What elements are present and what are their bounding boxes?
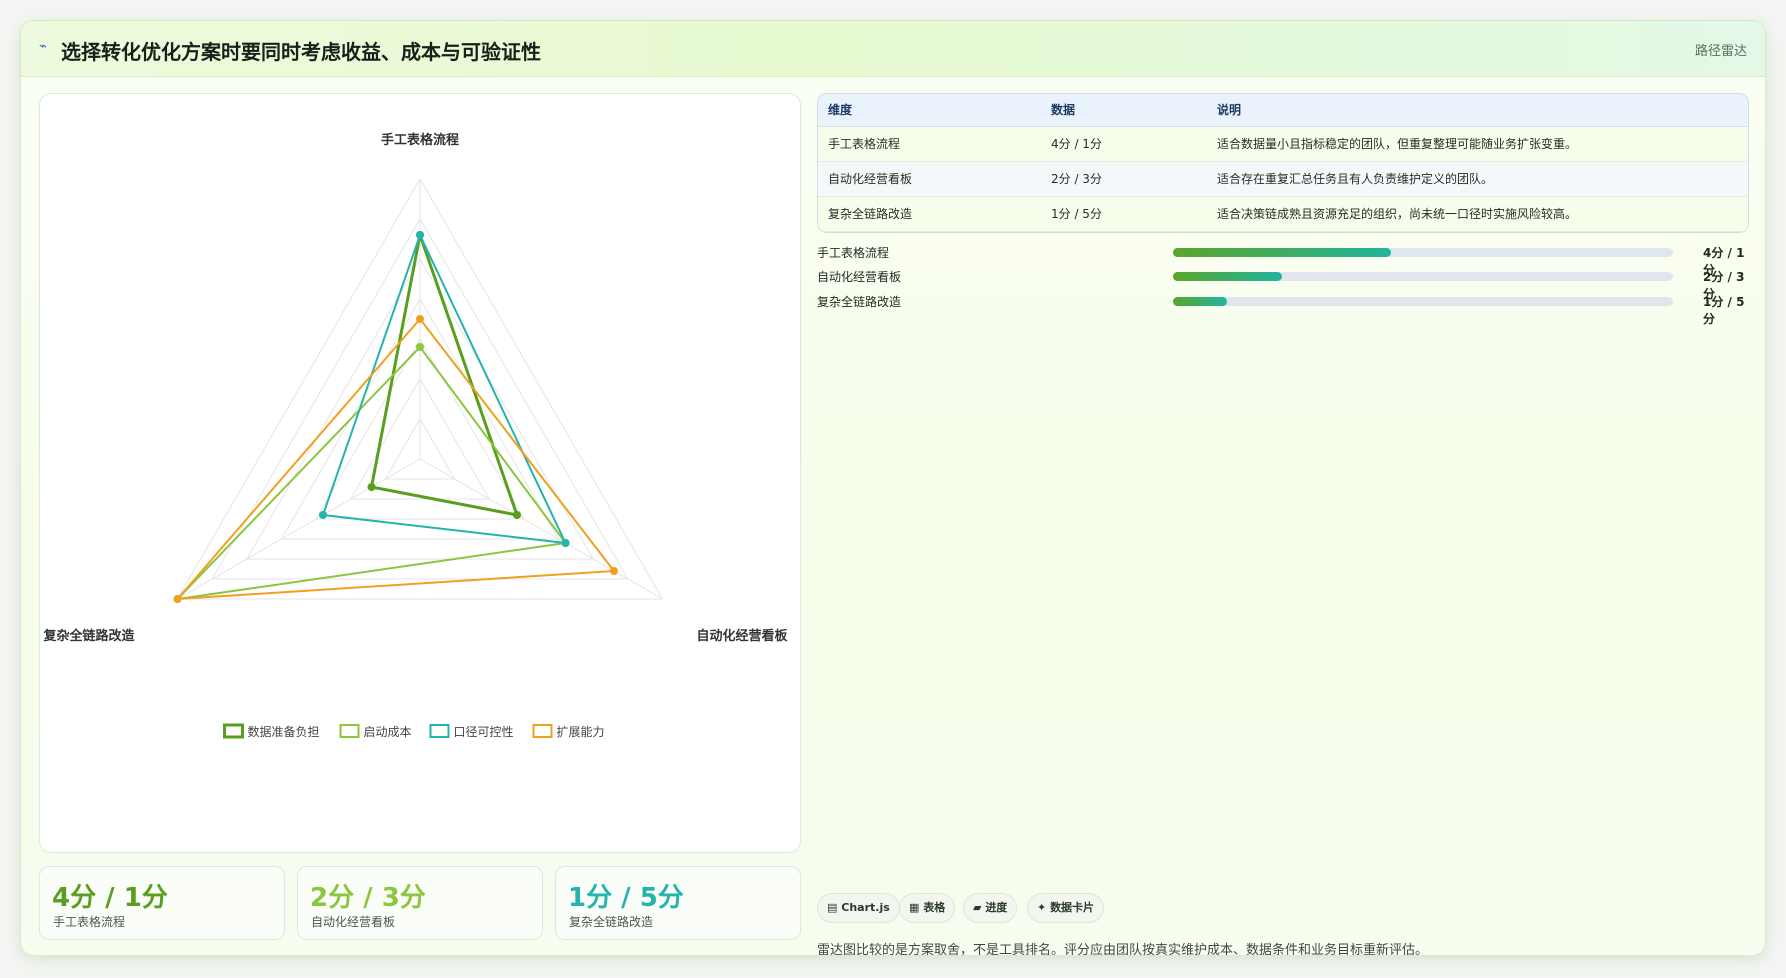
- radar-axis-label: 自动化经营看板: [696, 628, 788, 644]
- legend-label[interactable]: 口径可控性: [454, 725, 514, 739]
- kpi-value: 2分 / 3分: [310, 883, 426, 913]
- kpi-card-fullchain: 1分 / 5分 复杂全链路改造: [555, 866, 801, 940]
- table-cell: 适合决策链成熟且资源充足的组织，尚未统一口径时实施风险较高。: [1217, 207, 1578, 221]
- radar-axis-label: 复杂全链路改造: [42, 628, 135, 644]
- radar-chart: 手工表格流程自动化经营看板 复杂全链路改造数据准备负担 启动成本 口径可控性 扩展能力: [42, 132, 788, 739]
- legend-swatch: [532, 724, 553, 738]
- progress-fill: [1173, 248, 1391, 257]
- kpi-value: 1分 / 5分: [568, 883, 684, 913]
- chip-label: Chart.js: [841, 901, 890, 914]
- kpi-value: 4分 / 1分: [52, 883, 168, 913]
- legend-swatch: [429, 724, 450, 738]
- progress-label: 手工表格流程: [817, 246, 890, 260]
- chip-label: 表格: [923, 901, 946, 914]
- radar-point[interactable]: [367, 483, 376, 491]
- radar-axis-line: [419, 458, 663, 600]
- legend-label[interactable]: 启动成本: [364, 725, 412, 739]
- radar-axis-line: [177, 458, 421, 600]
- footnote: 雷达图比较的是方案取舍，不是工具排名。评分应由团队按真实维护成本、数据条件和业务…: [817, 943, 1429, 956]
- radar-point[interactable]: [416, 343, 424, 351]
- chip-label: 数据卡片: [1050, 901, 1095, 914]
- table-cell: 适合存在重复汇总任务且有人负责维护定义的团队。: [1217, 172, 1494, 186]
- legend-label[interactable]: 扩展能力: [557, 725, 605, 739]
- radar-point[interactable]: [416, 315, 424, 323]
- chip-progress[interactable]: ▰ 进度: [963, 893, 1018, 923]
- chip-table[interactable]: ▦ 表格: [899, 893, 956, 923]
- column-header: 说明: [1207, 94, 1748, 127]
- legend-swatch: [339, 724, 360, 738]
- kpi-label: 复杂全链路改造: [569, 915, 654, 929]
- radar-series-2: [176, 346, 567, 600]
- table-cell: 4分 / 1分: [1051, 137, 1102, 151]
- table-row: 自动化经营看板 2分 / 3分 适合存在重复汇总任务且有人负责维护定义的团队。: [818, 161, 1748, 196]
- chip-label: 进度: [985, 901, 1008, 914]
- progress-fill: [1173, 272, 1282, 281]
- chip-data-cards[interactable]: ✦ 数据卡片: [1027, 893, 1105, 923]
- table-cell: 手工表格流程: [828, 137, 901, 151]
- legend-swatch: [223, 723, 244, 739]
- radar-point[interactable]: [561, 539, 570, 547]
- page-title: 选择转化优化方案时要同时考虑收益、成本与可验证性: [61, 40, 541, 64]
- table-cell: 复杂全链路改造: [828, 207, 913, 221]
- header-badge: 路径雷达: [1694, 44, 1747, 59]
- table-cell: 适合数据量小且指标稳定的团队，但重复整理可能随业务扩张变重。: [1217, 137, 1578, 151]
- kpi-card-manual: 4分 / 1分 手工表格流程: [39, 866, 285, 940]
- progress-track: [1173, 272, 1673, 281]
- radar-chart-panel: 手工表格流程自动化经营看板 复杂全链路改造数据准备负担 启动成本 口径可控性 扩展能力: [39, 93, 801, 853]
- trend-line-icon: ⌁: [39, 39, 47, 54]
- sparkle-icon: ✦: [1037, 901, 1047, 914]
- table-cell: 2分 / 3分: [1051, 172, 1102, 186]
- table-cell: 1分 / 5分: [1051, 207, 1102, 221]
- radar-point[interactable]: [416, 231, 424, 239]
- progress-row-dashboard: 自动化经营看板 2分 / 3分: [817, 267, 1749, 301]
- legend-label[interactable]: 数据准备负担: [248, 724, 320, 739]
- main-card: ⌁ 选择转化优化方案时要同时考虑收益、成本与可验证性 路径雷达 手工表格流程 自动…: [20, 20, 1766, 956]
- table-row: 手工表格流程 4分 / 1分 适合数据量小且指标稳定的团队，但重复整理可能随业务…: [818, 126, 1748, 161]
- progress-icon: ▰: [973, 901, 982, 914]
- radar-point[interactable]: [609, 567, 618, 575]
- kpi-label: 自动化经营看板: [311, 915, 396, 929]
- header-bar: ⌁ 选择转化优化方案时要同时考虑收益、成本与可验证性 路径雷达: [21, 21, 1765, 77]
- progress-track: [1173, 297, 1673, 306]
- column-header: 维度: [818, 94, 1041, 127]
- comparison-table: 维度 数据 说明 手工表格流程 4分 / 1分 适合数据量小且指标稳定的团队，但…: [817, 93, 1749, 233]
- chip-chartjs[interactable]: ▤ Chart.js: [817, 893, 900, 923]
- table-header-row: 维度 数据 说明: [818, 94, 1748, 127]
- kpi-label: 手工表格流程: [53, 915, 126, 929]
- radar-point[interactable]: [512, 511, 521, 519]
- kpi-card-dashboard: 2分 / 3分 自动化经营看板: [297, 866, 543, 940]
- progress-value: 1分 / 5分: [1703, 295, 1745, 326]
- radar-axis-label: 手工表格流程: [381, 132, 459, 148]
- table-icon: ▦: [909, 901, 920, 914]
- table-row: 复杂全链路改造 1分 / 5分 适合决策链成熟且资源充足的组织，尚未统一口径时实…: [818, 196, 1748, 231]
- table-cell: 自动化经营看板: [828, 172, 913, 186]
- progress-track: [1173, 248, 1673, 257]
- radar-point[interactable]: [173, 595, 182, 603]
- progress-label: 复杂全链路改造: [817, 295, 902, 309]
- radar-point[interactable]: [319, 511, 328, 519]
- column-header: 数据: [1041, 94, 1207, 127]
- chart-icon: ▤: [827, 901, 838, 914]
- progress-row-manual: 手工表格流程 4分 / 1分: [817, 243, 1749, 277]
- progress-fill: [1173, 297, 1227, 306]
- progress-row-fullchain: 复杂全链路改造 1分 / 5分: [817, 292, 1749, 326]
- progress-label: 自动化经营看板: [817, 270, 902, 284]
